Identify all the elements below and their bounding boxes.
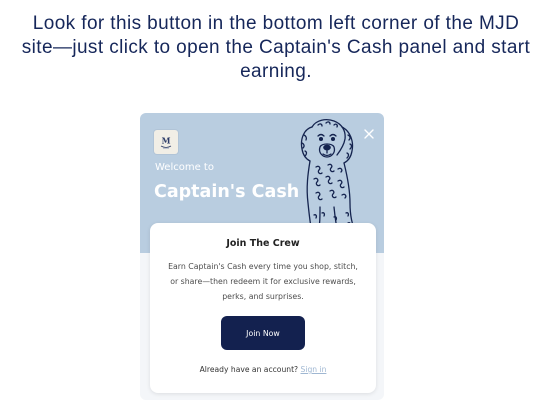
panel-title: Captain's Cash [154, 182, 300, 202]
signin-line: Already have an account? Sign in [150, 365, 376, 374]
card-title: Join The Crew [226, 238, 300, 249]
dog-illustration-icon [300, 119, 358, 234]
join-card: Join The Crew Earn Captain's Cash every … [150, 223, 376, 393]
sign-in-link[interactable]: Sign in [301, 365, 327, 374]
card-description: Earn Captain's Cash every time you shop,… [168, 262, 358, 301]
logo-letter: M [162, 136, 171, 146]
account-prompt: Already have an account? [199, 365, 299, 374]
page: Look for this button in the bottom left … [0, 0, 552, 413]
brand-logo: M [154, 130, 178, 154]
instruction-text: Look for this button in the bottom left … [21, 13, 531, 82]
join-now-button[interactable]: Join Now [221, 316, 305, 350]
welcome-text: Welcome to [155, 162, 214, 173]
captains-cash-panel: M Welcome to Captain's Cash Join The Cre… [140, 113, 384, 400]
